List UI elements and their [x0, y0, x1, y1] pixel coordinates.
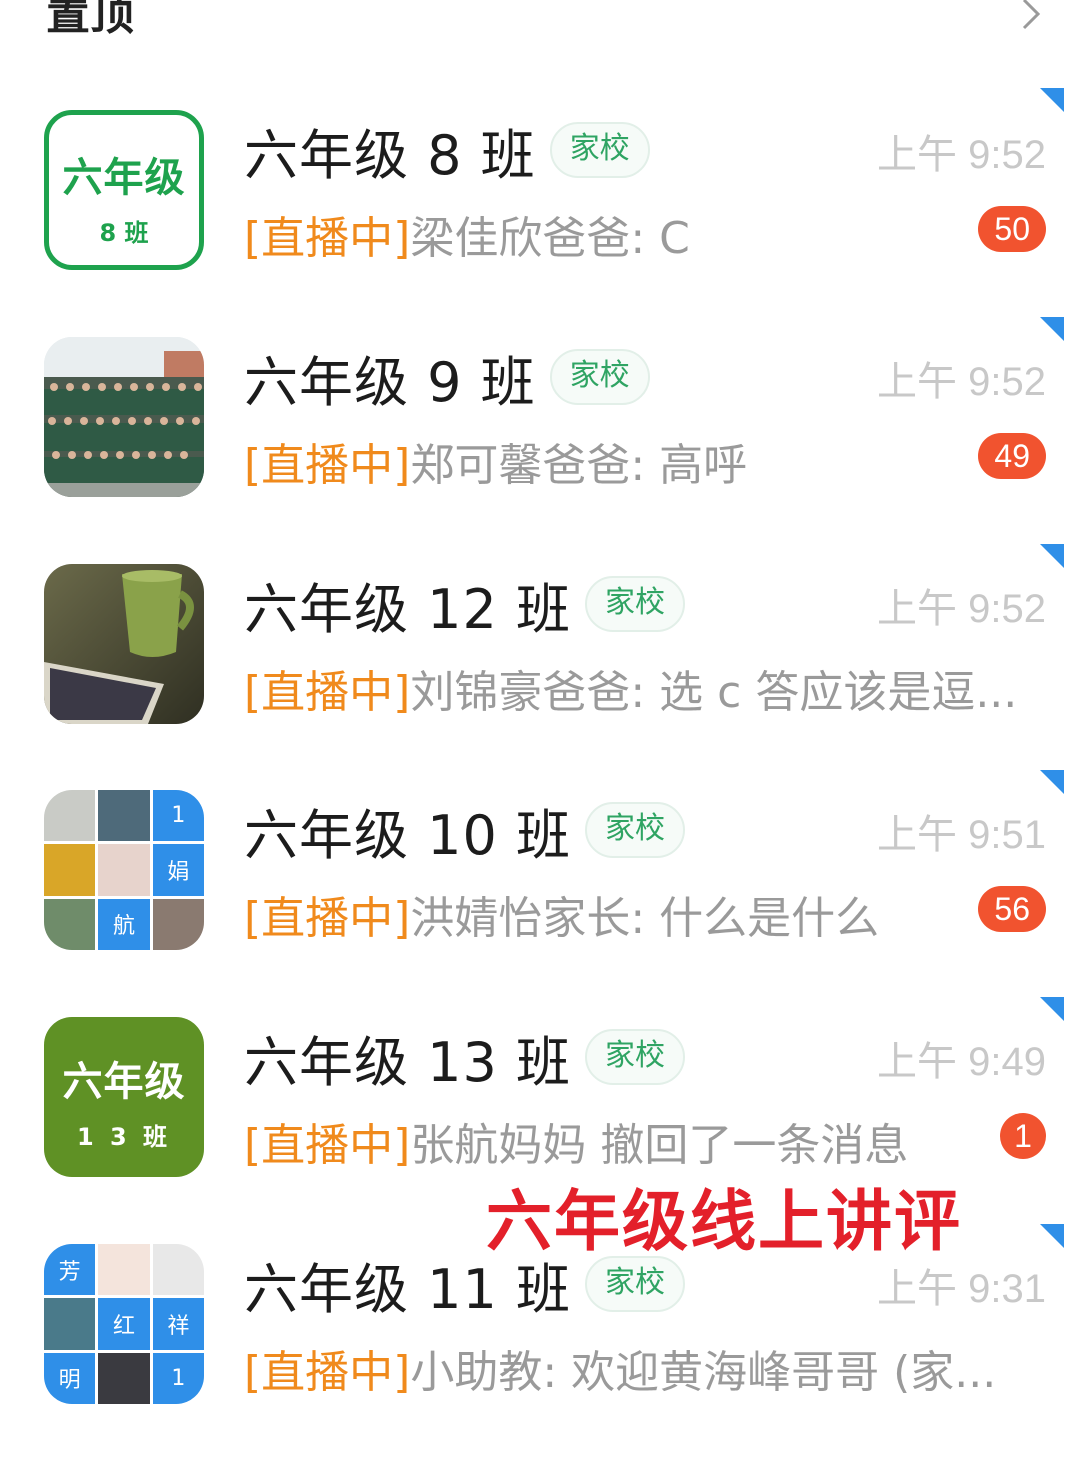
member-photo [152, 898, 204, 950]
last-message: [直播中]洪婧怡家长: 什么是什么 [244, 882, 1044, 942]
timestamp: 上午 9:52 [877, 360, 1046, 404]
live-status: [直播中] [244, 213, 411, 262]
group-name: 六年级 8 班 [244, 123, 536, 187]
live-status: [直播中] [244, 1347, 411, 1396]
message-preview: 郑可馨爸爸: 高呼 [410, 440, 748, 489]
avatar-line1: 六年级 [62, 155, 186, 201]
chat-row[interactable]: 六年级 9 班 家校 上午 9:52 [直播中]郑可馨爸爸: 高呼 49 [0, 317, 1080, 563]
chat-row[interactable]: 1 娟 航 六年级 10 班 家校 上午 9:51 [直播中]洪婧怡家长: 什么… [0, 770, 1080, 1016]
tag-badge: 家校 [585, 1029, 686, 1085]
unread-badge: 56 [978, 886, 1046, 932]
group-avatar: 六年级 1 3 班 [44, 1017, 204, 1177]
member-photo [44, 844, 96, 896]
timestamp: 上午 9:52 [877, 587, 1046, 631]
member-initial: 红 [98, 1298, 150, 1350]
chat-row[interactable]: 芳 红 祥 明 1 六年级 11 班 家校 上午 9:31 [直播中]小助教: … [0, 1224, 1080, 1470]
avatar-line2: 8 班 [99, 219, 149, 247]
member-initial: 祥 [152, 1298, 204, 1350]
pin-corner-icon [1040, 88, 1064, 112]
member-initial: 娟 [152, 844, 204, 896]
group-photo-image [44, 337, 204, 497]
last-message: [直播中]梁佳欣爸爸: C [244, 202, 1044, 262]
tag-badge: 家校 [549, 349, 650, 405]
member-initial: 芳 [44, 1244, 96, 1296]
group-avatar: 六年级 8 班 [44, 110, 204, 270]
group-name: 六年级 10 班 [244, 803, 572, 867]
live-status: [直播中] [244, 1120, 411, 1169]
cup-tablet-image [44, 564, 204, 724]
tag-badge: 家校 [585, 576, 686, 632]
member-photo [98, 1244, 150, 1296]
member-initial: 航 [98, 898, 150, 950]
last-message: [直播中]张航妈妈 撤回了一条消息 [244, 1109, 1044, 1169]
pin-corner-icon [1040, 1224, 1064, 1248]
unread-badge: 50 [978, 206, 1046, 252]
chat-row[interactable]: 六年级 8 班 六年级 8 班 家校 上午 9:52 [直播中]梁佳欣爸爸: C… [0, 88, 1080, 336]
pin-corner-icon [1040, 770, 1064, 794]
unread-badge: 1 [1000, 1113, 1046, 1159]
live-status: [直播中] [244, 440, 411, 489]
member-photo [98, 790, 150, 842]
member-photo [98, 1352, 150, 1404]
member-photo [44, 790, 96, 842]
chat-row[interactable]: 六年级 12 班 家校 上午 9:52 [直播中]刘锦豪爸爸: 选 c 答应该是… [0, 544, 1080, 790]
chevron-right-icon[interactable] [1012, 0, 1052, 34]
message-preview: 刘锦豪爸爸: 选 c 答应该是逗... [410, 667, 1018, 716]
message-preview: 小助教: 欢迎黄海峰哥哥 (家... [410, 1347, 997, 1396]
unread-badge: 49 [978, 433, 1046, 479]
tag-badge: 家校 [549, 122, 650, 178]
group-photo-avatar [44, 337, 204, 497]
group-name: 六年级 12 班 [244, 577, 572, 641]
group-name: 六年级 13 班 [244, 1030, 572, 1094]
member-photo [44, 1298, 96, 1350]
last-message: [直播中]郑可馨爸爸: 高呼 [244, 429, 1044, 489]
member-initial: 1 [152, 1352, 204, 1404]
live-status: [直播中] [244, 893, 411, 942]
timestamp: 上午 9:49 [877, 1040, 1046, 1084]
pin-corner-icon [1040, 317, 1064, 341]
live-status: [直播中] [244, 667, 411, 716]
timestamp: 上午 9:52 [877, 133, 1046, 177]
avatar-line2: 1 3 班 [76, 1123, 172, 1151]
pinned-section-header[interactable]: 置顶 [0, 0, 1080, 60]
timestamp: 上午 9:51 [877, 813, 1046, 857]
member-photo [44, 898, 96, 950]
timestamp: 上午 9:31 [877, 1267, 1046, 1311]
last-message: [直播中]小助教: 欢迎黄海峰哥哥 (家... [244, 1336, 1044, 1396]
member-photo [152, 1244, 204, 1296]
last-message: [直播中]刘锦豪爸爸: 选 c 答应该是逗... [244, 656, 1044, 716]
message-preview: 梁佳欣爸爸: C [410, 213, 690, 262]
group-name: 六年级 9 班 [244, 350, 536, 414]
message-preview: 洪婧怡家长: 什么是什么 [410, 893, 880, 942]
group-grid-avatar: 芳 红 祥 明 1 [44, 1244, 204, 1404]
pin-corner-icon [1040, 544, 1064, 568]
pin-corner-icon [1040, 997, 1064, 1021]
message-preview: 张航妈妈 撤回了一条消息 [410, 1120, 909, 1169]
overlay-caption: 六年级线上讲评 [486, 1183, 962, 1260]
tag-badge: 家校 [585, 1256, 686, 1312]
tag-badge: 家校 [585, 802, 686, 858]
avatar-line1: 六年级 [62, 1059, 186, 1105]
section-title: 置顶 [46, 0, 134, 40]
member-initial: 1 [152, 790, 204, 842]
member-initial: 明 [44, 1352, 96, 1404]
group-grid-avatar: 1 娟 航 [44, 790, 204, 950]
member-photo [98, 844, 150, 896]
group-photo-avatar [44, 564, 204, 724]
